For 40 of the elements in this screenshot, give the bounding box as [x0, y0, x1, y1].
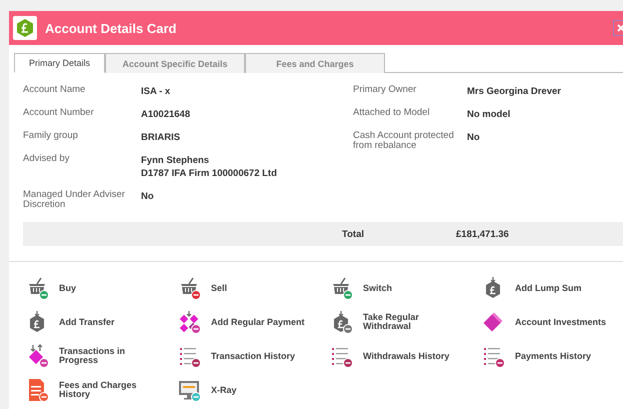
field-value: No	[141, 190, 155, 203]
field-value: ISA - x	[141, 85, 172, 98]
field-value: BRIARIS	[141, 131, 182, 144]
action-link[interactable]: Switch	[363, 284, 392, 292]
action-link[interactable]: Account Investments	[515, 318, 606, 326]
action-link[interactable]: Take Regular Withdrawal	[363, 313, 463, 331]
action-link[interactable]: Sell	[211, 284, 228, 292]
action-link[interactable]: Fees and Charges History	[59, 381, 159, 399]
field-value: Mrs Georgina Drever	[467, 85, 562, 98]
action-link[interactable]: Add Transfer	[59, 318, 115, 326]
action-link[interactable]: Payments History	[515, 352, 592, 360]
field-label: Primary Owner	[353, 85, 418, 97]
action-link[interactable]: X-Ray	[211, 386, 237, 394]
window-title: Account Details Card	[45, 20, 178, 36]
field-value: No model	[467, 108, 512, 121]
pound-hexagon-logo-icon	[13, 16, 37, 40]
action-link[interactable]: Add Lump Sum	[515, 284, 582, 292]
total-value: £181,471.36	[456, 228, 509, 240]
diamond-stack-icon[interactable]	[481, 310, 505, 334]
field-value: A10021648	[141, 108, 192, 121]
action-link[interactable]: Withdrawals History	[363, 352, 450, 360]
diamonds-icon[interactable]	[177, 310, 201, 334]
field-label: Family group	[23, 131, 79, 143]
field-label: Account Number	[23, 108, 95, 120]
field-value: Fynn Stephens	[141, 154, 210, 167]
action-link[interactable]: Transaction History	[211, 352, 296, 360]
field-label: Account Name	[23, 85, 86, 97]
field-value: No	[467, 131, 481, 144]
action-link[interactable]: Add Regular Payment	[211, 318, 305, 326]
action-link[interactable]: Buy	[59, 284, 76, 292]
field-label: Cash Account protected from rebalance	[353, 131, 455, 151]
field-label: Advised by	[23, 154, 70, 166]
tab[interactable]: Primary Details	[14, 53, 105, 73]
total-label: Total	[342, 228, 365, 240]
field-label: Attached to Model	[353, 108, 431, 120]
field-value: D1787 IFA Firm 100000672 Ltd	[141, 167, 278, 180]
close-button[interactable]	[613, 20, 623, 36]
action-link[interactable]: Transactions in Progress	[59, 347, 159, 365]
field-label: Managed Under Adviser Discretion	[23, 190, 126, 210]
monitor-icon[interactable]	[177, 378, 201, 402]
